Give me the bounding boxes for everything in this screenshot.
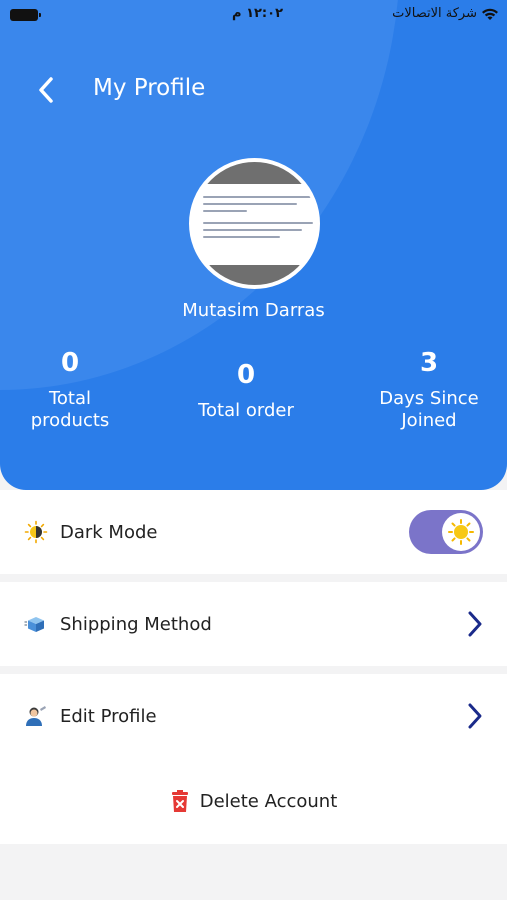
shipping-method-label: Shipping Method bbox=[60, 613, 212, 635]
profile-header: ١٢:٠٢ م شركة الاتصالات My Profile Mutasi… bbox=[0, 0, 507, 490]
sun-icon bbox=[448, 519, 474, 545]
edit-profile-row[interactable]: Edit Profile bbox=[0, 674, 507, 758]
avatar[interactable] bbox=[189, 158, 320, 289]
stat-label-line1: Days Since bbox=[379, 388, 479, 409]
dark-mode-toggle[interactable] bbox=[409, 510, 483, 554]
edit-profile-label: Edit Profile bbox=[60, 705, 157, 727]
avatar-image-text-lines bbox=[203, 196, 313, 243]
stat-value: 0 bbox=[60, 348, 80, 378]
shipping-method-row[interactable]: Shipping Method bbox=[0, 582, 507, 666]
status-carrier: شركة الاتصالات bbox=[392, 6, 499, 21]
avatar-image-bar-bottom bbox=[193, 265, 316, 285]
delete-account-row[interactable]: Delete Account bbox=[0, 758, 507, 844]
dark-mode-row: Dark Mode bbox=[0, 490, 507, 574]
battery-icon bbox=[10, 9, 41, 21]
dark-mode-label: Dark Mode bbox=[60, 521, 158, 543]
stat-value: 3 bbox=[419, 348, 439, 378]
sun-moon-icon bbox=[24, 520, 48, 544]
chevron-right-icon bbox=[468, 611, 482, 637]
user-name: Mutasim Darras bbox=[182, 300, 325, 321]
avatar-image-bar-top bbox=[193, 162, 316, 184]
stat-days-since-joined: 3 Days Since Joined bbox=[364, 348, 494, 432]
stat-label: Total order bbox=[198, 400, 294, 421]
stat-label: Days Since Joined bbox=[364, 388, 494, 432]
stat-total-products: 0 Total products bbox=[10, 348, 130, 432]
chevron-left-icon bbox=[39, 77, 53, 103]
stat-label-line2: products bbox=[30, 410, 110, 431]
back-button[interactable] bbox=[30, 72, 62, 108]
chevron-right-icon bbox=[468, 703, 482, 729]
status-bar: ١٢:٠٢ م شركة الاتصالات bbox=[0, 0, 507, 30]
carrier-name: شركة الاتصالات bbox=[392, 6, 477, 21]
stat-label-line2: Joined bbox=[401, 410, 457, 431]
delete-account-label: Delete Account bbox=[199, 790, 338, 812]
page-title: My Profile bbox=[93, 75, 206, 101]
stat-value: 0 bbox=[236, 360, 256, 390]
status-time: ١٢:٠٢ م bbox=[232, 6, 283, 21]
trash-icon bbox=[171, 790, 188, 812]
toggle-knob bbox=[442, 513, 480, 551]
stat-total-order: 0 Total order bbox=[176, 360, 316, 422]
stat-label-line1: Total bbox=[48, 388, 92, 409]
delete-account-button[interactable]: Delete Account bbox=[170, 789, 338, 813]
box-icon bbox=[24, 617, 44, 632]
user-edit-icon bbox=[26, 706, 46, 726]
wifi-icon bbox=[482, 8, 498, 20]
stat-label: Total products bbox=[10, 388, 130, 432]
